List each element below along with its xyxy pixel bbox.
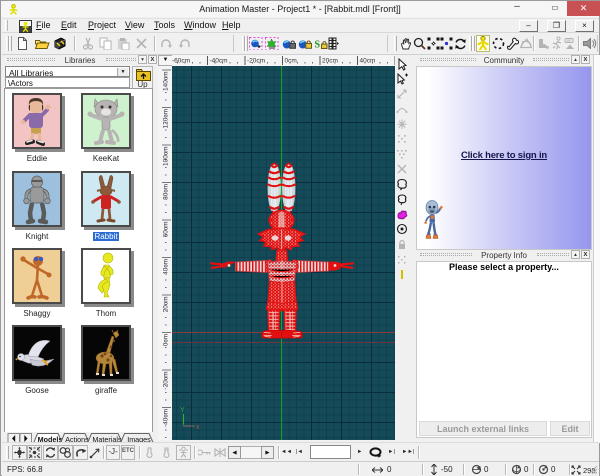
svg-text:-60cm: -60cm bbox=[172, 58, 190, 65]
svg-text:S: S bbox=[315, 40, 321, 51]
svg-text:120cm: 120cm bbox=[163, 109, 170, 129]
svg-text:-20cm: -20cm bbox=[163, 372, 170, 390]
svg-text:40cm: 40cm bbox=[360, 58, 376, 65]
svg-text:20cm: 20cm bbox=[322, 58, 338, 65]
svg-text:x: x bbox=[196, 424, 200, 431]
svg-text:100cm: 100cm bbox=[163, 147, 170, 167]
svg-text:-40cm: -40cm bbox=[210, 58, 228, 65]
svg-text:-20cm: -20cm bbox=[247, 58, 265, 65]
svg-text:-40cm: -40cm bbox=[163, 409, 170, 427]
svg-text:0cm: 0cm bbox=[285, 58, 297, 65]
svg-text:Y: Y bbox=[180, 407, 185, 414]
svg-text:140cm: 140cm bbox=[163, 72, 170, 92]
